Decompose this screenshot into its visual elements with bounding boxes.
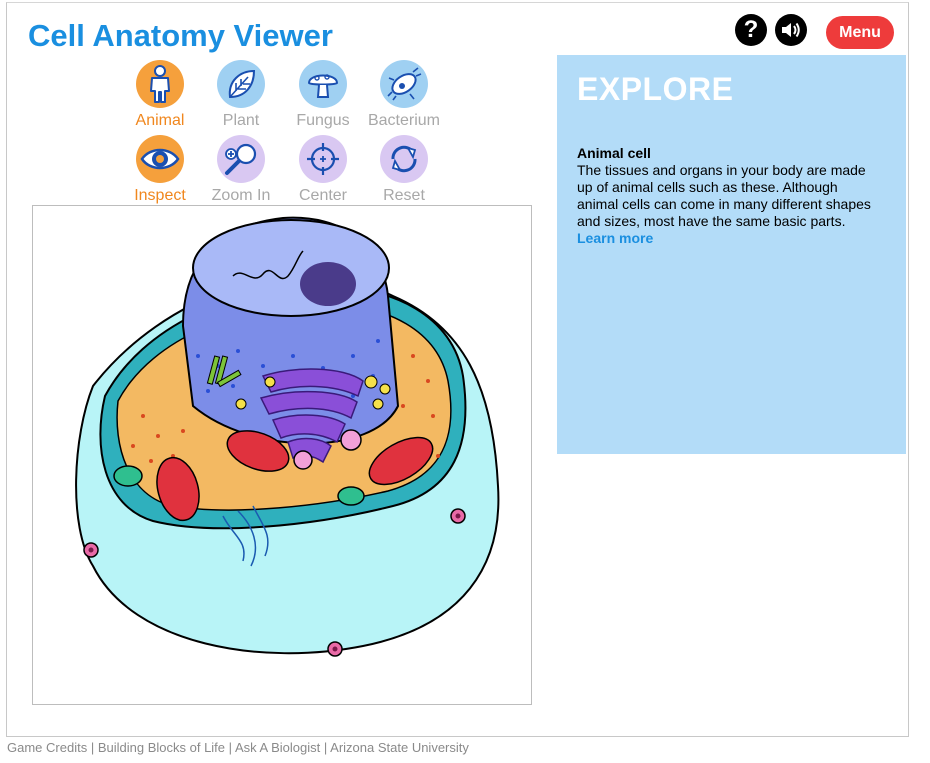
explore-panel: EXPLORE Animal cell The tissues and orga… xyxy=(557,55,906,454)
cell-type-label: Plant xyxy=(222,112,260,129)
help-button[interactable]: ? xyxy=(735,14,767,46)
cell-type-label: Bacterium xyxy=(367,112,441,129)
tool-reset[interactable]: Reset xyxy=(364,135,444,205)
reset-icon xyxy=(380,135,428,183)
crosshair-icon xyxy=(299,135,347,183)
bacterium-icon xyxy=(380,60,428,108)
tool-label: Reset xyxy=(383,187,425,204)
tool-zoom-in[interactable]: Zoom In xyxy=(201,135,281,205)
cell-type-bacterium[interactable]: Bacterium xyxy=(364,60,444,130)
explore-subheading: Animal cell xyxy=(577,145,651,161)
footer: Game Credits | Building Blocks of Life |… xyxy=(7,740,469,755)
explore-description: The tissues and organs in your body are … xyxy=(577,162,871,229)
cell-type-fungus[interactable]: Fungus xyxy=(283,60,363,130)
footer-link-building-blocks[interactable]: Building Blocks of Life xyxy=(98,740,225,755)
cell-type-animal[interactable]: Animal xyxy=(120,60,200,130)
explore-heading: EXPLORE xyxy=(577,71,734,107)
page-title: Cell Anatomy Viewer xyxy=(28,18,333,53)
cell-viewer[interactable] xyxy=(32,205,532,705)
cell-type-label: Fungus xyxy=(296,112,350,129)
cell-type-plant[interactable]: Plant xyxy=(201,60,281,130)
learn-more-link[interactable]: Learn more xyxy=(577,230,877,247)
mushroom-icon xyxy=(299,60,347,108)
tool-label: Center xyxy=(298,187,348,204)
zoom-in-icon xyxy=(217,135,265,183)
footer-separator: | xyxy=(323,740,328,755)
cell-type-label: Animal xyxy=(135,112,185,129)
speaker-icon xyxy=(782,22,800,38)
footer-link-asu[interactable]: Arizona State University xyxy=(330,740,469,755)
sound-button[interactable] xyxy=(775,14,807,46)
nucleolus xyxy=(300,262,356,306)
person-icon xyxy=(136,60,184,108)
tool-label: Zoom In xyxy=(211,187,271,204)
footer-separator: | xyxy=(90,740,95,755)
explore-body: Animal cell The tissues and organs in yo… xyxy=(577,145,877,247)
menu-button[interactable]: Menu xyxy=(826,16,894,49)
footer-separator: | xyxy=(228,740,233,755)
animal-cell-illustration[interactable] xyxy=(33,206,531,704)
leaf-icon xyxy=(217,60,265,108)
footer-link-game-credits[interactable]: Game Credits xyxy=(7,740,87,755)
help-icon: ? xyxy=(743,16,759,43)
tool-center[interactable]: Center xyxy=(283,135,363,205)
eye-icon xyxy=(136,135,184,183)
tool-label: Inspect xyxy=(134,187,186,204)
footer-link-ask-a-biologist[interactable]: Ask A Biologist xyxy=(235,740,320,755)
tool-inspect[interactable]: Inspect xyxy=(120,135,200,205)
